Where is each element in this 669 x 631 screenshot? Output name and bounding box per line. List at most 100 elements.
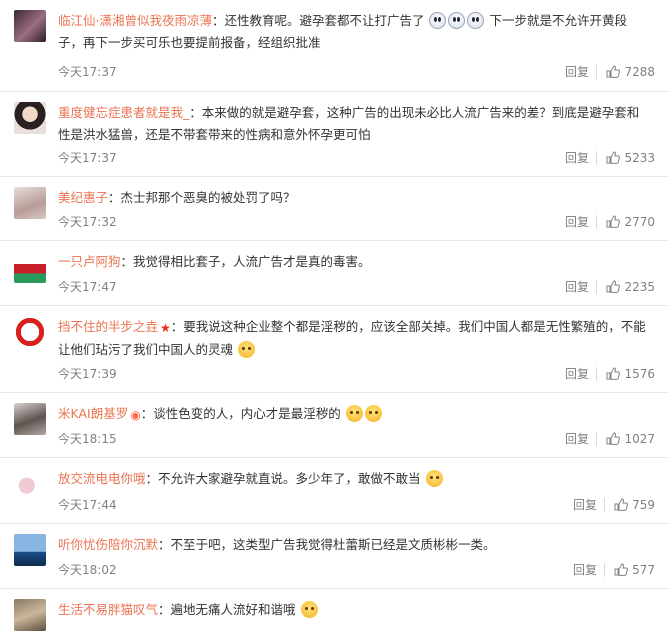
avatar[interactable] (14, 468, 46, 500)
like-button[interactable]: 759 (614, 495, 655, 515)
like-button[interactable]: 1027 (606, 429, 655, 449)
comment-item: 听你忧伤陪你沉默：不至于吧，这类型广告我觉得杜蕾斯已经是文质彬彬一类。 今天18… (0, 524, 669, 589)
username-link[interactable]: 生活不易胖猫叹气 (58, 602, 158, 617)
comment-body: 临江仙·潇湘曾似我夜雨凉薄：还性教育呢。避孕套都不让打广告了 下一步就是不允许开… (58, 10, 655, 54)
thumbs-up-icon (606, 367, 621, 380)
thumbs-up-icon (614, 498, 629, 511)
comment-item: 美纪惠子：杰士邦那个恶臭的被处罚了吗？ 今天17:32 回复 2770 (0, 177, 669, 241)
username-link[interactable]: 放交流电电你哦 (58, 471, 146, 486)
like-button[interactable]: 577 (614, 560, 655, 580)
comment-body: 生活不易胖猫叹气：遍地无痛人流好和谐哦 (58, 599, 655, 621)
like-count: 1027 (624, 432, 655, 446)
reply-button[interactable]: 回复 (565, 277, 589, 297)
smirk-icon (364, 405, 382, 422)
username-link[interactable]: 挡不住的半步之垚 (58, 319, 158, 334)
comment-meta: 今天17:37 回复 7288 (58, 62, 655, 82)
comment-text: ：我觉得相比套子，人流广告才是真的毒害。 (120, 254, 371, 269)
reply-button[interactable]: 回复 (565, 62, 589, 82)
comment-body: 米KAI朗基罗 ◉：谈性色变的人，内心才是最淫秽的 (58, 403, 655, 426)
like-count: 1576 (624, 367, 655, 381)
heart-badge-icon: ◉ (130, 408, 141, 422)
reply-button[interactable]: 回复 (573, 560, 597, 580)
reply-button[interactable]: 回复 (565, 429, 589, 449)
like-button[interactable]: 7288 (606, 62, 655, 82)
comment-text: 让他们玷污了我们中国人的灵魂 (58, 342, 234, 357)
avatar[interactable] (14, 534, 46, 566)
comment-meta: 今天17:47 回复 2235 (58, 277, 655, 297)
comment-item: 挡不住的半步之垚 ★：要我说这种企业整个都是淫秽的，应该全部关掉。我们中国人都是无… (0, 306, 669, 393)
comment-meta: 今天17:37 回复 5233 (58, 148, 655, 168)
thumbs-up-icon (606, 151, 621, 164)
star-badge-icon: ★ (160, 321, 171, 335)
comment-text: ：谈性色变的人，内心才是最淫秽的 (140, 406, 341, 421)
comment-body: 挡不住的半步之垚 ★：要我说这种企业整个都是淫秽的，应该全部关掉。我们中国人都是无… (58, 316, 655, 361)
meta-divider (604, 563, 605, 577)
like-button[interactable]: 5233 (606, 148, 655, 168)
timestamp: 今天17:44 (58, 498, 117, 512)
doge-icon (467, 12, 485, 29)
reply-button[interactable]: 回复 (565, 212, 589, 232)
comment-body: 听你忧伤陪你沉默：不至于吧，这类型广告我觉得杜蕾斯已经是文质彬彬一类。 (58, 534, 655, 556)
meta-divider (596, 367, 597, 381)
comment-item: 重度健忘症患者就是我_：本来做的就是避孕套，这种广告的出现未必比人流广告来的差？… (0, 92, 669, 177)
avatar[interactable] (14, 403, 46, 435)
username-link[interactable]: 一只卢阿狗 (58, 254, 121, 269)
comment-text: ：杰士邦那个恶臭的被处罚了吗？ (108, 190, 296, 205)
username-link[interactable]: 米KAI朗基罗 (58, 406, 128, 421)
meta-divider (596, 65, 597, 79)
comment-item: 临江仙·潇湘曾似我夜雨凉薄：还性教育呢。避孕套都不让打广告了 下一步就是不允许开… (0, 0, 669, 92)
doge-icon (429, 12, 447, 29)
comment-item: 一只卢阿狗：我觉得相比套子，人流广告才是真的毒害。 今天17:47 回复 223… (0, 241, 669, 306)
username-link[interactable]: 听你忧伤陪你沉默 (58, 537, 158, 552)
like-count: 2770 (624, 215, 655, 229)
comment-body: 放交流电电你哦：不允许大家避孕就直说。多少年了，敢做不敢当 (58, 468, 655, 490)
thumbs-up-icon (614, 563, 629, 576)
comment-item: 米KAI朗基罗 ◉：谈性色变的人，内心才是最淫秽的 今天18:15 回复 1027 (0, 393, 669, 458)
thumbs-up-icon (606, 65, 621, 78)
avatar[interactable] (14, 10, 46, 42)
timestamp: 今天18:15 (58, 432, 117, 446)
comment-text: ：不允许大家避孕就直说。多少年了，敢做不敢当 (145, 471, 421, 486)
comment-text: ：还性教育呢。避孕套都不让打广告了 (211, 13, 425, 28)
smirk-icon (345, 405, 363, 422)
timestamp: 今天17:37 (58, 151, 117, 165)
username-link[interactable]: 临江仙·潇湘曾似我夜雨凉薄 (58, 13, 212, 28)
shocked-icon (300, 601, 318, 618)
comment-text: 性是洪水猛兽，还是不带套带来的性病和意外怀孕更可怕 (58, 127, 371, 142)
timestamp: 今天18:02 (58, 563, 117, 577)
like-count: 5233 (624, 151, 655, 165)
comment-body: 美纪惠子：杰士邦那个恶臭的被处罚了吗？ (58, 187, 655, 209)
avatar[interactable] (14, 599, 46, 631)
avatar[interactable] (14, 187, 46, 219)
like-button[interactable]: 1576 (606, 364, 655, 384)
comment-text: 子，再下一步买可乐也要提前报备，经组织批准 (58, 35, 321, 50)
avatar[interactable] (14, 316, 46, 348)
reply-button[interactable]: 回复 (565, 148, 589, 168)
meta-divider (596, 215, 597, 229)
reply-button[interactable]: 回复 (565, 364, 589, 384)
comment-text: ：要我说这种企业整个都是淫秽的，应该全部关掉。我们中国人都是无性繁殖的，不能 (170, 319, 646, 334)
comment-text: ：本来做的就是避孕套，这种广告的出现未必比人流广告来的差？到底是避孕套和 (189, 105, 640, 120)
comment-body: 重度健忘症患者就是我_：本来做的就是避孕套，这种广告的出现未必比人流广告来的差？… (58, 102, 655, 146)
comment-meta: 今天17:44 回复 759 (58, 495, 655, 515)
like-count: 577 (632, 563, 655, 577)
cute-face-icon (238, 341, 255, 358)
meta-divider (604, 498, 605, 512)
comment-item: 放交流电电你哦：不允许大家避孕就直说。多少年了，敢做不敢当 今天17:44 回复… (0, 458, 669, 524)
giggle-icon (425, 470, 443, 487)
comment-body: 一只卢阿狗：我觉得相比套子，人流广告才是真的毒害。 (58, 251, 655, 273)
like-button[interactable]: 2770 (606, 212, 655, 232)
like-button[interactable]: 2235 (606, 277, 655, 297)
comment-text: 下一步就是不允许开黄段 (489, 13, 627, 28)
avatar[interactable] (14, 102, 46, 134)
timestamp: 今天17:47 (58, 280, 117, 294)
username-link[interactable]: 美纪惠子 (58, 190, 108, 205)
reply-button[interactable]: 回复 (573, 495, 597, 515)
comment-text: ：不至于吧，这类型广告我觉得杜蕾斯已经是文质彬彬一类。 (158, 537, 496, 552)
timestamp: 今天17:37 (58, 65, 117, 79)
comment-item: 生活不易胖猫叹气：遍地无痛人流好和谐哦 (0, 589, 669, 631)
avatar[interactable] (14, 251, 46, 283)
username-link[interactable]: 重度健忘症患者就是我_ (58, 105, 189, 120)
comment-meta: 今天17:32 回复 2770 (58, 212, 655, 232)
meta-divider (596, 151, 597, 165)
